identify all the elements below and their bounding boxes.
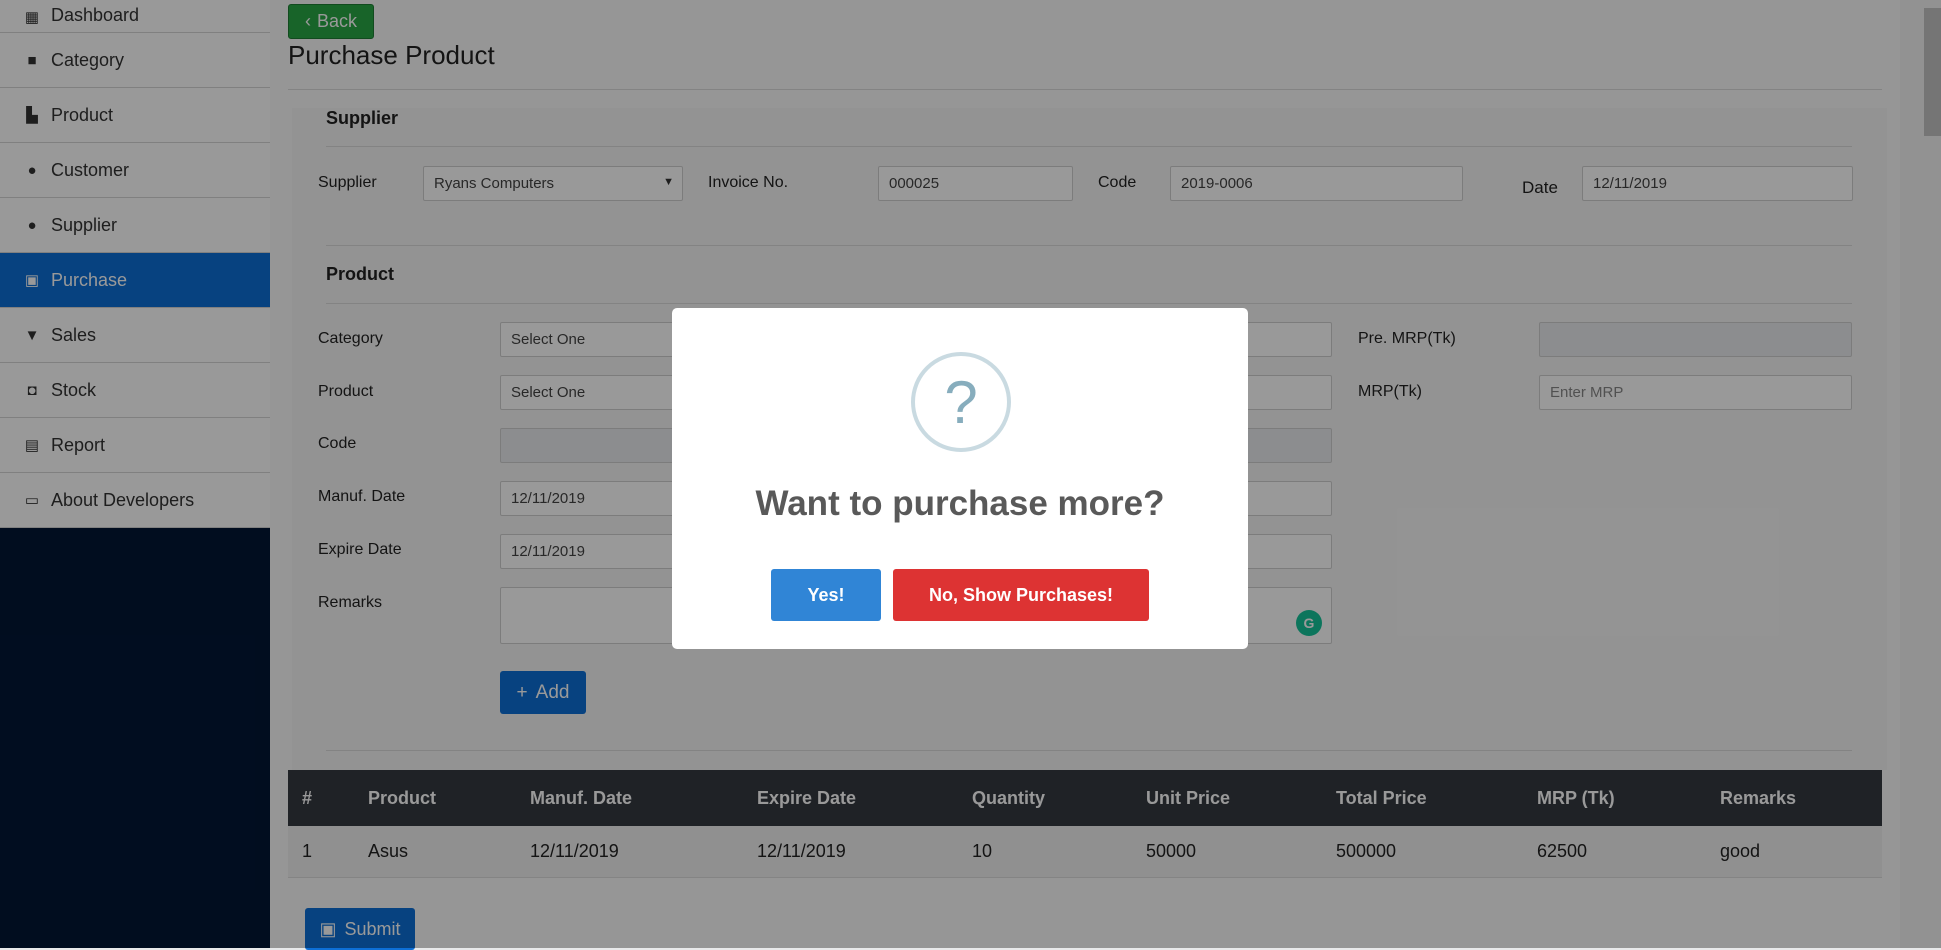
question-icon: ? <box>911 352 1011 452</box>
show-purchases-button[interactable]: No, Show Purchases! <box>893 569 1149 621</box>
confirm-yes-button[interactable]: Yes! <box>771 569 881 621</box>
dialog-title: Want to purchase more? <box>755 484 1165 523</box>
confirm-dialog: ? Want to purchase more? Yes! No, Show P… <box>672 308 1248 649</box>
